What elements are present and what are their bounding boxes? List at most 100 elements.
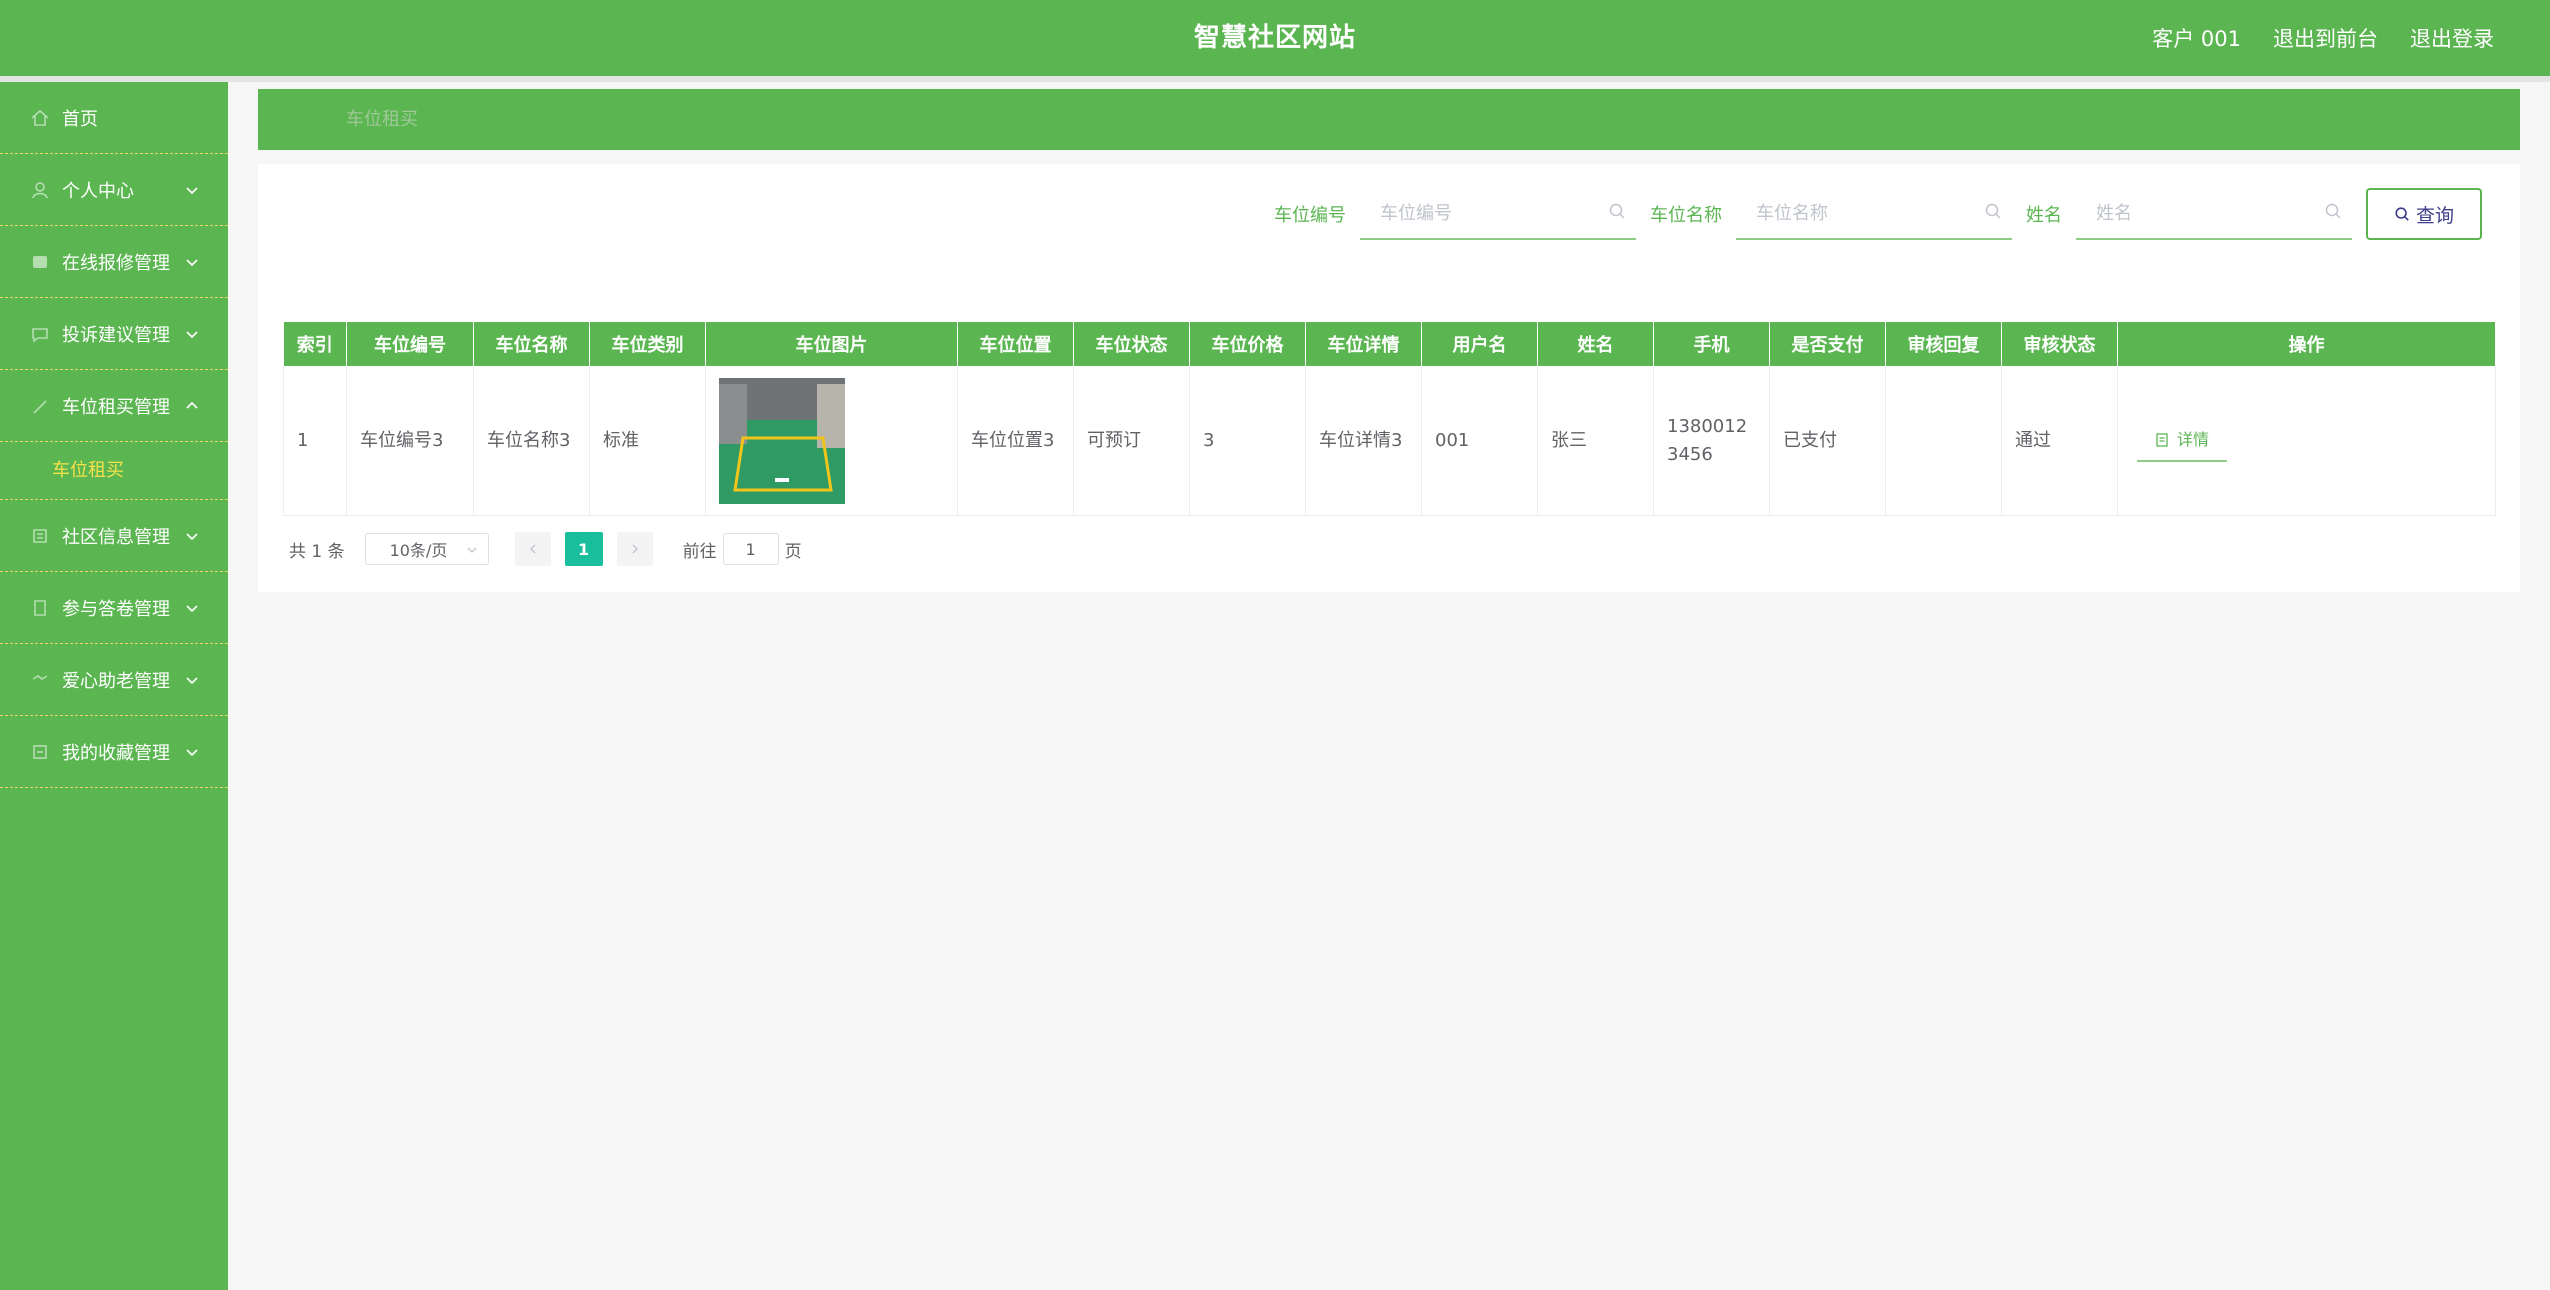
column-header: 是否支付 (1769, 322, 1886, 366)
sidebar-item-profile[interactable]: 个人中心 (0, 154, 228, 226)
query-button[interactable]: 查询 (2366, 188, 2482, 240)
parking-space-image[interactable] (719, 377, 845, 504)
cell-phone: 13800123456 (1653, 366, 1770, 516)
name-search-label: 车位名称 (1650, 205, 1722, 226)
chevron-down-icon (186, 676, 198, 684)
sidebar-item-favorites[interactable]: 我的收藏管理 (0, 716, 228, 788)
chevron-down-icon (186, 186, 198, 194)
code-search-input[interactable] (1360, 188, 1602, 238)
chevron-right-icon (632, 544, 638, 554)
column-header: 用户名 (1421, 322, 1538, 366)
column-header: 手机 (1653, 322, 1770, 366)
column-header: 姓名 (1537, 322, 1654, 366)
top-header: 智慧社区网站 客户 001 退出到前台 退出登录 (0, 0, 2550, 76)
logout-link[interactable]: 退出登录 (2410, 23, 2494, 53)
search-icon (2325, 203, 2341, 219)
sidebar-item-label: 爱心助老管理 (62, 670, 170, 692)
cell-status: 可预订 (1073, 366, 1190, 516)
cell-price: 3 (1189, 366, 1306, 516)
person-search-input[interactable] (2076, 188, 2318, 238)
query-button-label: 查询 (2415, 204, 2454, 227)
column-header: 车位名称 (473, 322, 590, 366)
page-size-value: 10条/页 (389, 541, 448, 560)
sidebar-item-parking[interactable]: 车位租买管理 (0, 370, 228, 442)
survey-icon (34, 599, 46, 616)
sidebar-item-elderly-care[interactable]: 爱心助老管理 (0, 644, 228, 716)
sidebar-item-repair[interactable]: 在线报修管理 (0, 226, 228, 298)
goto-prefix: 前往 (682, 541, 717, 562)
sidebar-item-label: 首页 (62, 108, 98, 130)
sidebar-item-label: 社区信息管理 (62, 526, 170, 548)
pagination: 共 1 条 10条/页 1 前往 页 (289, 532, 802, 566)
complaint-icon (32, 327, 48, 343)
sidebar-item-home[interactable]: 首页 (0, 82, 228, 154)
header-divider (0, 76, 2550, 82)
column-header: 车位价格 (1189, 322, 1306, 366)
sidebar-item-label: 投诉建议管理 (62, 324, 170, 346)
chevron-down-icon (186, 604, 198, 612)
user-icon (32, 181, 48, 198)
sidebar-item-label: 在线报修管理 (62, 252, 170, 274)
breadcrumb: 车位租买 (258, 89, 2520, 150)
sidebar-item-complaint[interactable]: 投诉建议管理 (0, 298, 228, 370)
main-card: 车位编号 车位名称 姓名 查询 索引 车位编号 (258, 164, 2520, 592)
cell-review-status: 通过 (2001, 366, 2118, 516)
sidebar-item-label: 个人中心 (62, 180, 134, 202)
cell-review-reply (1885, 366, 2002, 516)
column-header: 车位详情 (1305, 322, 1422, 366)
cell-location: 车位位置3 (957, 366, 1074, 516)
column-header: 车位图片 (705, 322, 958, 366)
sidebar-item-community-info[interactable]: 社区信息管理 (0, 500, 228, 572)
chevron-down-icon (186, 330, 198, 338)
next-page-button[interactable] (616, 532, 653, 566)
cell-image (705, 366, 958, 516)
name-search-input[interactable] (1736, 188, 1978, 238)
sidebar-item-label: 参与答卷管理 (62, 598, 170, 620)
back-to-front-link[interactable]: 退出到前台 (2273, 23, 2378, 53)
chevron-down-icon (186, 532, 198, 540)
parking-table: 索引 车位编号 车位名称 车位类别 车位图片 车位位置 车位状态 车位价格 车位… (283, 322, 2496, 516)
chevron-down-icon (186, 748, 198, 756)
parking-icon (33, 399, 47, 414)
column-header: 操作 (2117, 322, 2496, 366)
column-header: 车位位置 (957, 322, 1074, 366)
cell-code: 车位编号3 (346, 366, 474, 516)
current-user[interactable]: 客户 001 (2152, 23, 2241, 53)
name-search-field (1736, 188, 2012, 240)
page-number-current[interactable]: 1 (564, 532, 603, 566)
sidebar: 首页 个人中心 在线报修管理 投诉建议管理 车位租买管理 车位租买 社区信息管理… (0, 82, 228, 1290)
favorite-icon (33, 744, 47, 759)
code-search-label: 车位编号 (1274, 205, 1346, 226)
chevron-down-icon (467, 547, 477, 553)
sidebar-item-survey[interactable]: 参与答卷管理 (0, 572, 228, 644)
column-header: 车位类别 (589, 322, 706, 366)
chevron-up-icon (186, 401, 198, 409)
detail-button-label: 详情 (2177, 429, 2210, 449)
cell-name: 车位名称3 (473, 366, 590, 516)
detail-button[interactable]: 详情 (2137, 420, 2228, 462)
sidebar-item-label: 车位租买管理 (62, 396, 170, 418)
cell-detail: 车位详情3 (1305, 366, 1422, 516)
search-icon (2395, 207, 2409, 221)
goto-suffix: 页 (784, 541, 802, 562)
home-icon (31, 109, 49, 126)
table-header-row: 索引 车位编号 车位名称 车位类别 车位图片 车位位置 车位状态 车位价格 车位… (283, 322, 2496, 366)
header-actions: 客户 001 退出到前台 退出登录 (2152, 0, 2494, 76)
table-row: 1 车位编号3 车位名称3 标准 车位位置3 可预订 3 车位详情3 001 张… (283, 366, 2496, 516)
cell-paid: 已支付 (1769, 366, 1886, 516)
cell-username: 001 (1421, 366, 1538, 516)
heart-icon (32, 674, 48, 680)
person-search-label: 姓名 (2026, 205, 2062, 226)
page-size-select[interactable]: 10条/页 (364, 533, 489, 565)
cell-actions: 详情 (2117, 366, 2496, 516)
sidebar-item-label: 我的收藏管理 (62, 742, 170, 764)
submenu-item-parking-rent[interactable]: 车位租买 (0, 442, 228, 500)
search-icon (1985, 203, 2001, 219)
column-header: 车位状态 (1073, 322, 1190, 366)
goto-page-input[interactable] (722, 533, 779, 565)
prev-page-button[interactable] (514, 532, 551, 566)
total-count: 共 1 条 (289, 541, 345, 562)
column-header: 审核状态 (2001, 322, 2118, 366)
repair-icon (33, 255, 47, 268)
breadcrumb-current: 车位租买 (346, 109, 418, 130)
